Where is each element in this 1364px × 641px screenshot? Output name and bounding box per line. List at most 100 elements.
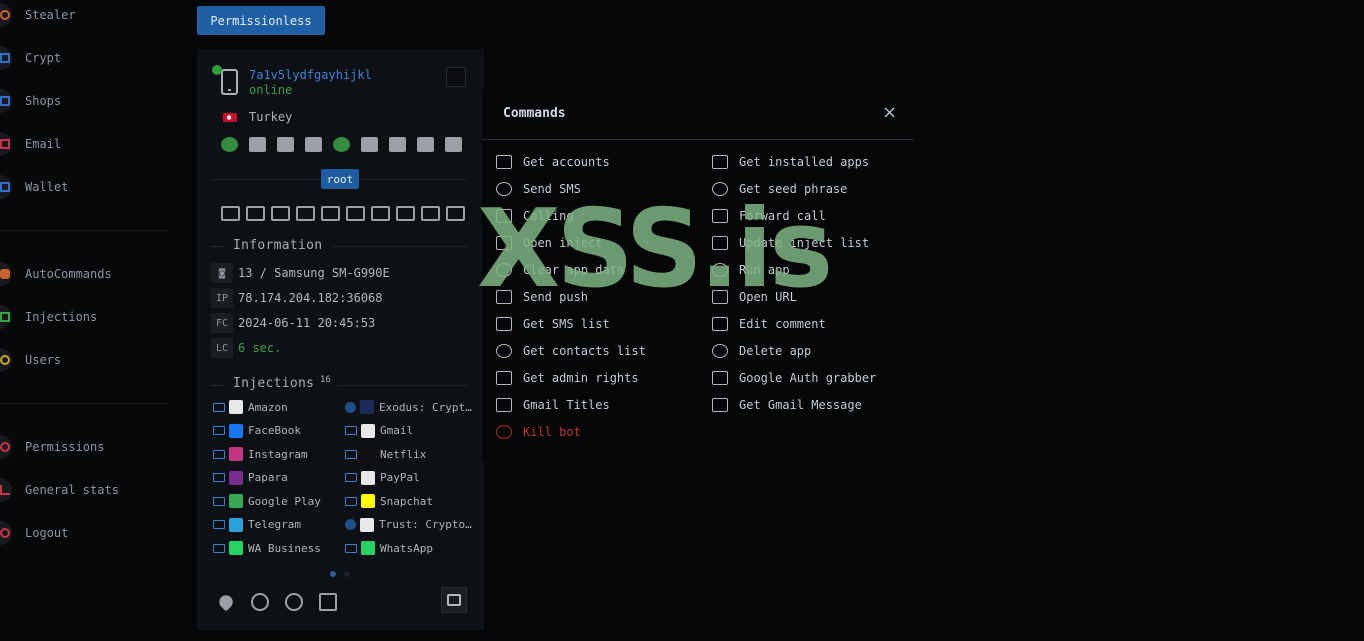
modal-title: Commands <box>503 106 566 121</box>
command-icon <box>712 209 728 223</box>
command-item[interactable]: Kill bot <box>496 423 581 441</box>
modal-divider <box>482 139 914 140</box>
gear-icon[interactable] <box>285 593 303 611</box>
mail-icon[interactable] <box>296 206 315 221</box>
command-item[interactable]: Clear app data <box>496 261 624 279</box>
injection-item[interactable]: Snapchat <box>345 493 433 509</box>
close-circle-icon[interactable] <box>251 593 269 611</box>
phone-icon <box>221 69 238 95</box>
command-item[interactable]: Gmail Titles <box>496 396 610 414</box>
injection-item[interactable]: FaceBook <box>213 423 301 439</box>
command-icon <box>712 236 728 250</box>
injection-name: PayPal <box>380 471 420 484</box>
bot-id[interactable]: 7a1v5lydfgayhijkl <box>249 68 372 82</box>
app-logo-icon <box>361 423 375 438</box>
command-icon <box>496 317 512 331</box>
megaphone-icon[interactable] <box>221 206 240 221</box>
app-logo-icon <box>229 517 243 532</box>
command-label: Gmail Titles <box>523 398 610 412</box>
injection-item[interactable]: Exodus: Crypt… <box>345 399 472 415</box>
card-icon <box>213 473 225 482</box>
bot-card: 7a1v5lydfgayhijkl online Turkey root Inf… <box>197 49 484 630</box>
heart-icon[interactable] <box>216 592 236 612</box>
injection-item[interactable]: Trust: Crypto… <box>345 517 472 533</box>
app-logo-icon <box>229 447 243 461</box>
key-icon <box>0 435 12 459</box>
pager-dot-active[interactable] <box>330 571 336 577</box>
google-plus-icon[interactable] <box>446 206 465 221</box>
pager-dot[interactable] <box>344 571 350 577</box>
command-item[interactable]: Send push <box>496 288 588 306</box>
command-item[interactable]: Get Gmail Message <box>712 396 862 414</box>
injection-name: Google Play <box>248 494 321 508</box>
command-item[interactable]: Edit comment <box>712 315 826 333</box>
injection-name: Snapchat <box>380 494 433 508</box>
command-label: Open inject <box>523 236 603 250</box>
sidebar-divider <box>0 230 168 231</box>
mail-x-icon[interactable] <box>321 206 340 221</box>
injection-item[interactable]: Google Play <box>213 493 321 509</box>
injection-name: Papara <box>248 471 288 484</box>
injection-item[interactable]: Amazon <box>213 399 288 415</box>
card-icon <box>345 426 357 435</box>
bot-status: online <box>249 83 293 97</box>
google-plus-icon[interactable] <box>421 206 440 221</box>
apps-grid-icon[interactable] <box>346 206 365 221</box>
card-icon <box>213 520 225 529</box>
target-icon <box>0 3 12 27</box>
command-item[interactable]: Get admin rights <box>496 369 639 387</box>
command-item[interactable]: Get contacts list <box>496 342 646 360</box>
keyboard-icon <box>445 137 462 152</box>
command-icon <box>496 155 512 169</box>
command-item[interactable]: Run app <box>712 261 790 279</box>
command-item[interactable]: Open URL <box>712 288 797 306</box>
command-icon <box>712 263 728 277</box>
sidebar-divider <box>0 403 168 404</box>
permissionless-button[interactable]: Permissionless <box>197 6 325 35</box>
terminal-button[interactable] <box>441 587 467 613</box>
app-logo-icon <box>360 400 374 414</box>
command-icon <box>712 317 728 331</box>
select-checkbox[interactable] <box>446 67 466 87</box>
command-label: Delete app <box>739 344 812 358</box>
terminal-icon <box>447 594 461 606</box>
battery-icon <box>333 137 350 152</box>
keypad-icon[interactable] <box>396 206 415 221</box>
app-logo-icon <box>229 470 243 485</box>
injection-item[interactable]: Netflix <box>345 446 426 462</box>
section-rule <box>337 385 467 386</box>
injection-item[interactable]: WA Business <box>213 540 321 556</box>
google-plus-icon[interactable] <box>271 206 290 221</box>
eye-icon <box>221 137 238 152</box>
command-item[interactable]: Get accounts <box>496 153 610 171</box>
app-logo-icon <box>360 517 374 532</box>
injection-item[interactable]: Instagram <box>213 446 308 462</box>
command-item[interactable]: Forward call <box>712 207 826 225</box>
close-icon[interactable]: × <box>882 104 897 122</box>
android-icon <box>0 262 12 286</box>
injection-item[interactable]: WhatsApp <box>345 540 433 556</box>
information-title: Information <box>233 238 323 253</box>
command-label: Get seed phrase <box>739 182 848 196</box>
command-item[interactable]: Update inject list <box>712 234 869 252</box>
command-item[interactable]: Get SMS list <box>496 315 610 333</box>
card-icon <box>213 543 225 553</box>
command-item[interactable]: Calling <box>496 207 574 225</box>
users-icon[interactable] <box>371 206 390 221</box>
injection-item[interactable]: Telegram <box>213 517 301 533</box>
injection-name: Exodus: Crypt… <box>379 400 472 414</box>
calendar-icon[interactable] <box>246 206 265 221</box>
injection-item[interactable]: Gmail <box>345 423 413 439</box>
command-item[interactable]: Open inject <box>496 234 602 252</box>
command-item[interactable]: Get seed phrase <box>712 180 847 198</box>
command-item[interactable]: Delete app <box>712 342 811 360</box>
injection-item[interactable]: Papara <box>213 470 288 486</box>
contacts-icon <box>277 137 294 152</box>
trash-icon[interactable] <box>319 593 337 611</box>
injection-item[interactable]: PayPal <box>345 470 420 486</box>
command-item[interactable]: Google Auth grabber <box>712 369 876 387</box>
injection-name: WhatsApp <box>380 541 433 555</box>
command-item[interactable]: Get installed apps <box>712 153 869 171</box>
mail-check-icon <box>389 137 406 152</box>
command-item[interactable]: Send SMS <box>496 180 581 198</box>
